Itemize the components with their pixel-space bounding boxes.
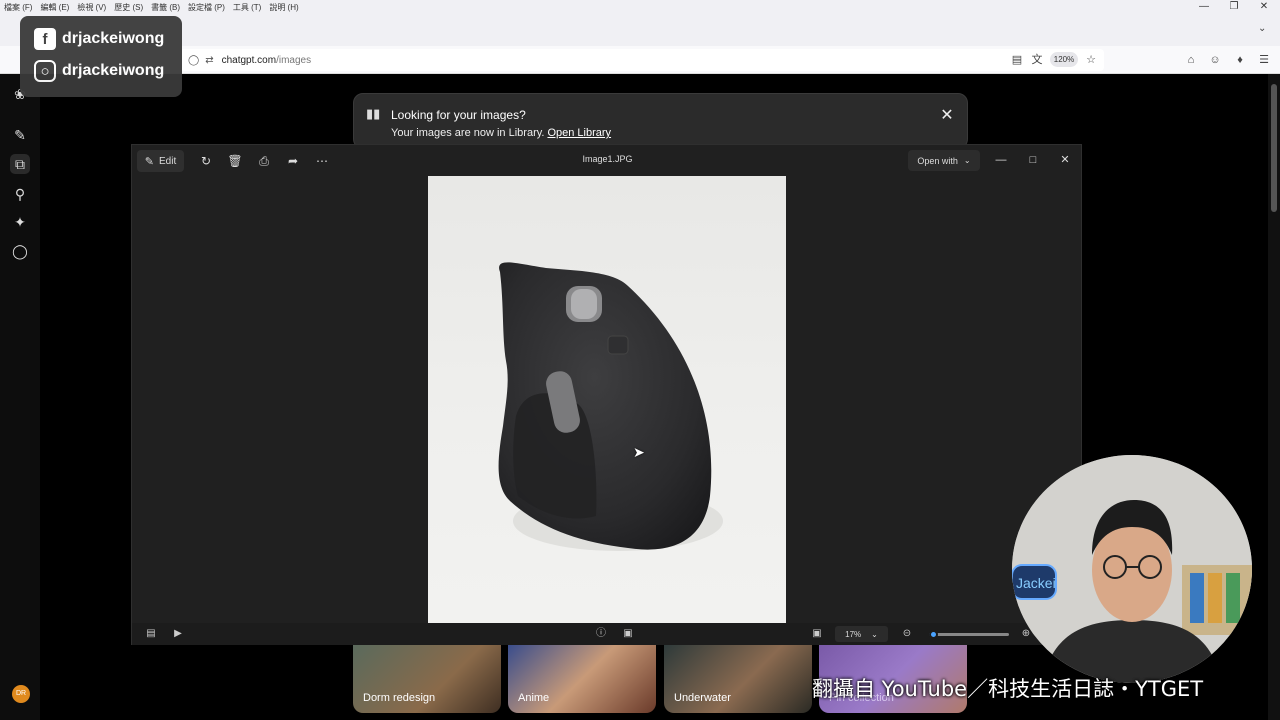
pin-icon[interactable]: ✦ (10, 212, 30, 232)
avatar[interactable]: DR (12, 685, 30, 703)
social-handles-overlay: f drjackeiwong ○ drjackeiwong (20, 16, 182, 97)
menu-help[interactable]: 說明 (H) (269, 2, 298, 13)
neon-sign-text: Jackei (1016, 575, 1056, 591)
tile-label: Anime (518, 692, 550, 704)
chevron-down-icon: ⌄ (963, 156, 971, 165)
source-watermark: 翻攝自 YouTube／科技生活日誌・YTGET (812, 677, 1204, 701)
viewer-close-button[interactable]: ✕ (1055, 152, 1075, 168)
translate-icon[interactable]: 文 (1028, 52, 1046, 68)
tile-label: Underwater (674, 692, 731, 704)
library-tile-anime[interactable]: Anime (508, 645, 656, 713)
viewer-minimize-button[interactable]: — (991, 152, 1011, 168)
open-library-link[interactable]: Open Library (547, 127, 611, 139)
url-bar[interactable]: ◯ ⇄ chatgpt.com/images (180, 49, 1104, 71)
menu-bar: 檔案 (F) 編輯 (E) 檢視 (V) 歷史 (S) 書籤 (B) 設定檔 (… (0, 0, 1280, 14)
mouse-cursor-icon: ➤ (633, 444, 645, 460)
menu-tools[interactable]: 工具 (T) (233, 2, 261, 13)
zoom-level-badge[interactable]: 120% (1050, 52, 1078, 67)
viewer-toolbar: ✎ Edit ↻ 🗑 ⎙ ➦ ⋯ Image1.JPG Open with ⌄ … (132, 145, 1083, 177)
library-tile-dorm-redesign[interactable]: Dorm redesign (353, 645, 501, 713)
tab-list-chevron-icon[interactable]: ⌄ (1258, 23, 1266, 34)
menu-profiles[interactable]: 設定檔 (P) (188, 2, 225, 13)
chevron-down-icon: ⌄ (871, 629, 878, 639)
library-images-icon[interactable]: ⧉ (10, 154, 30, 174)
open-with-label: Open with (917, 155, 958, 166)
mouse-photo: ➤ (428, 176, 786, 623)
notice-title: Looking for your images? (391, 108, 526, 122)
url-path: /images (276, 54, 312, 66)
photos-viewer-window: ✎ Edit ↻ 🗑 ⎙ ➦ ⋯ Image1.JPG Open with ⌄ … (131, 144, 1083, 645)
library-icon: ▮▮ (366, 106, 381, 121)
menu-file[interactable]: 檔案 (F) (4, 2, 32, 13)
menu-bookmarks[interactable]: 書籤 (B) (151, 2, 180, 13)
instagram-icon: ○ (34, 60, 56, 82)
home-icon[interactable]: ⌂ (1182, 52, 1200, 68)
hamburger-menu-icon[interactable]: ☰ (1255, 52, 1273, 68)
mouse-illustration (498, 262, 723, 551)
search-icon[interactable]: ⚲ (10, 184, 30, 204)
library-tile-underwater[interactable]: Underwater (664, 645, 812, 713)
open-with-button[interactable]: Open with ⌄ (908, 150, 980, 171)
webcam-overlay: Jackei (1012, 455, 1252, 683)
facebook-handle-text: drjackeiwong (62, 30, 165, 47)
bookmark-star-icon[interactable]: ☆ (1082, 52, 1100, 68)
slideshow-icon[interactable]: ▶ (169, 626, 187, 642)
visual-search-icon[interactable]: ▣ (619, 626, 637, 642)
extensions-icon[interactable]: ♦ (1231, 52, 1249, 68)
window-minimize-button[interactable]: — (1190, 0, 1218, 14)
tab-bar: ⌄ (0, 14, 1280, 46)
zoom-slider-thumb[interactable] (929, 630, 938, 639)
notice-body-text: Your images are now in Library. (391, 127, 545, 139)
facebook-icon: f (34, 28, 56, 50)
instagram-handle: ○ drjackeiwong (34, 58, 184, 84)
library-notice: ▮▮ Looking for your images? Your images … (353, 93, 968, 149)
webcam-presenter: Jackei (1012, 455, 1252, 683)
reader-view-icon[interactable]: ▤ (1008, 52, 1026, 68)
account-icon[interactable]: ☺ (1206, 52, 1224, 68)
file-info-icon[interactable]: ⓘ (592, 626, 610, 642)
chat-bubble-icon[interactable]: ◯ (10, 241, 30, 261)
tile-label: Dorm redesign (363, 692, 436, 704)
url-host: chatgpt.com (221, 54, 277, 66)
zoom-out-icon[interactable]: ⊝ (898, 626, 916, 642)
zoom-select[interactable]: 17% ⌄ (835, 626, 888, 642)
window-restore-button[interactable]: ❐ (1220, 0, 1248, 14)
window-close-button[interactable]: ✕ (1250, 0, 1278, 14)
zoom-value: 17% (845, 629, 862, 639)
menu-view[interactable]: 檢視 (V) (77, 2, 106, 13)
filmstrip-icon[interactable]: ▤ (142, 626, 160, 642)
viewer-maximize-button[interactable]: □ (1023, 152, 1043, 168)
scrollbar-thumb[interactable] (1271, 84, 1277, 212)
menu-edit[interactable]: 編輯 (E) (40, 2, 69, 13)
viewer-statusbar: ▤ ▶ ⓘ ▣ ▣ 17% ⌄ ⊝ ⊕ (132, 623, 1083, 645)
permissions-icon[interactable]: ⇄ (205, 55, 213, 66)
shield-icon[interactable]: ◯ (188, 55, 199, 66)
fit-to-window-icon[interactable]: ▣ (808, 626, 826, 642)
instagram-handle-text: drjackeiwong (62, 62, 165, 79)
menu-history[interactable]: 歷史 (S) (114, 2, 143, 13)
close-notice-icon[interactable]: ✕ (938, 105, 956, 125)
facebook-handle: f drjackeiwong (34, 26, 184, 52)
zoom-slider[interactable] (929, 630, 1009, 639)
page-scrollbar[interactable] (1268, 74, 1280, 720)
notice-body: Your images are now in Library. Open Libr… (391, 127, 611, 139)
new-chat-icon[interactable]: ✎ (10, 125, 30, 145)
